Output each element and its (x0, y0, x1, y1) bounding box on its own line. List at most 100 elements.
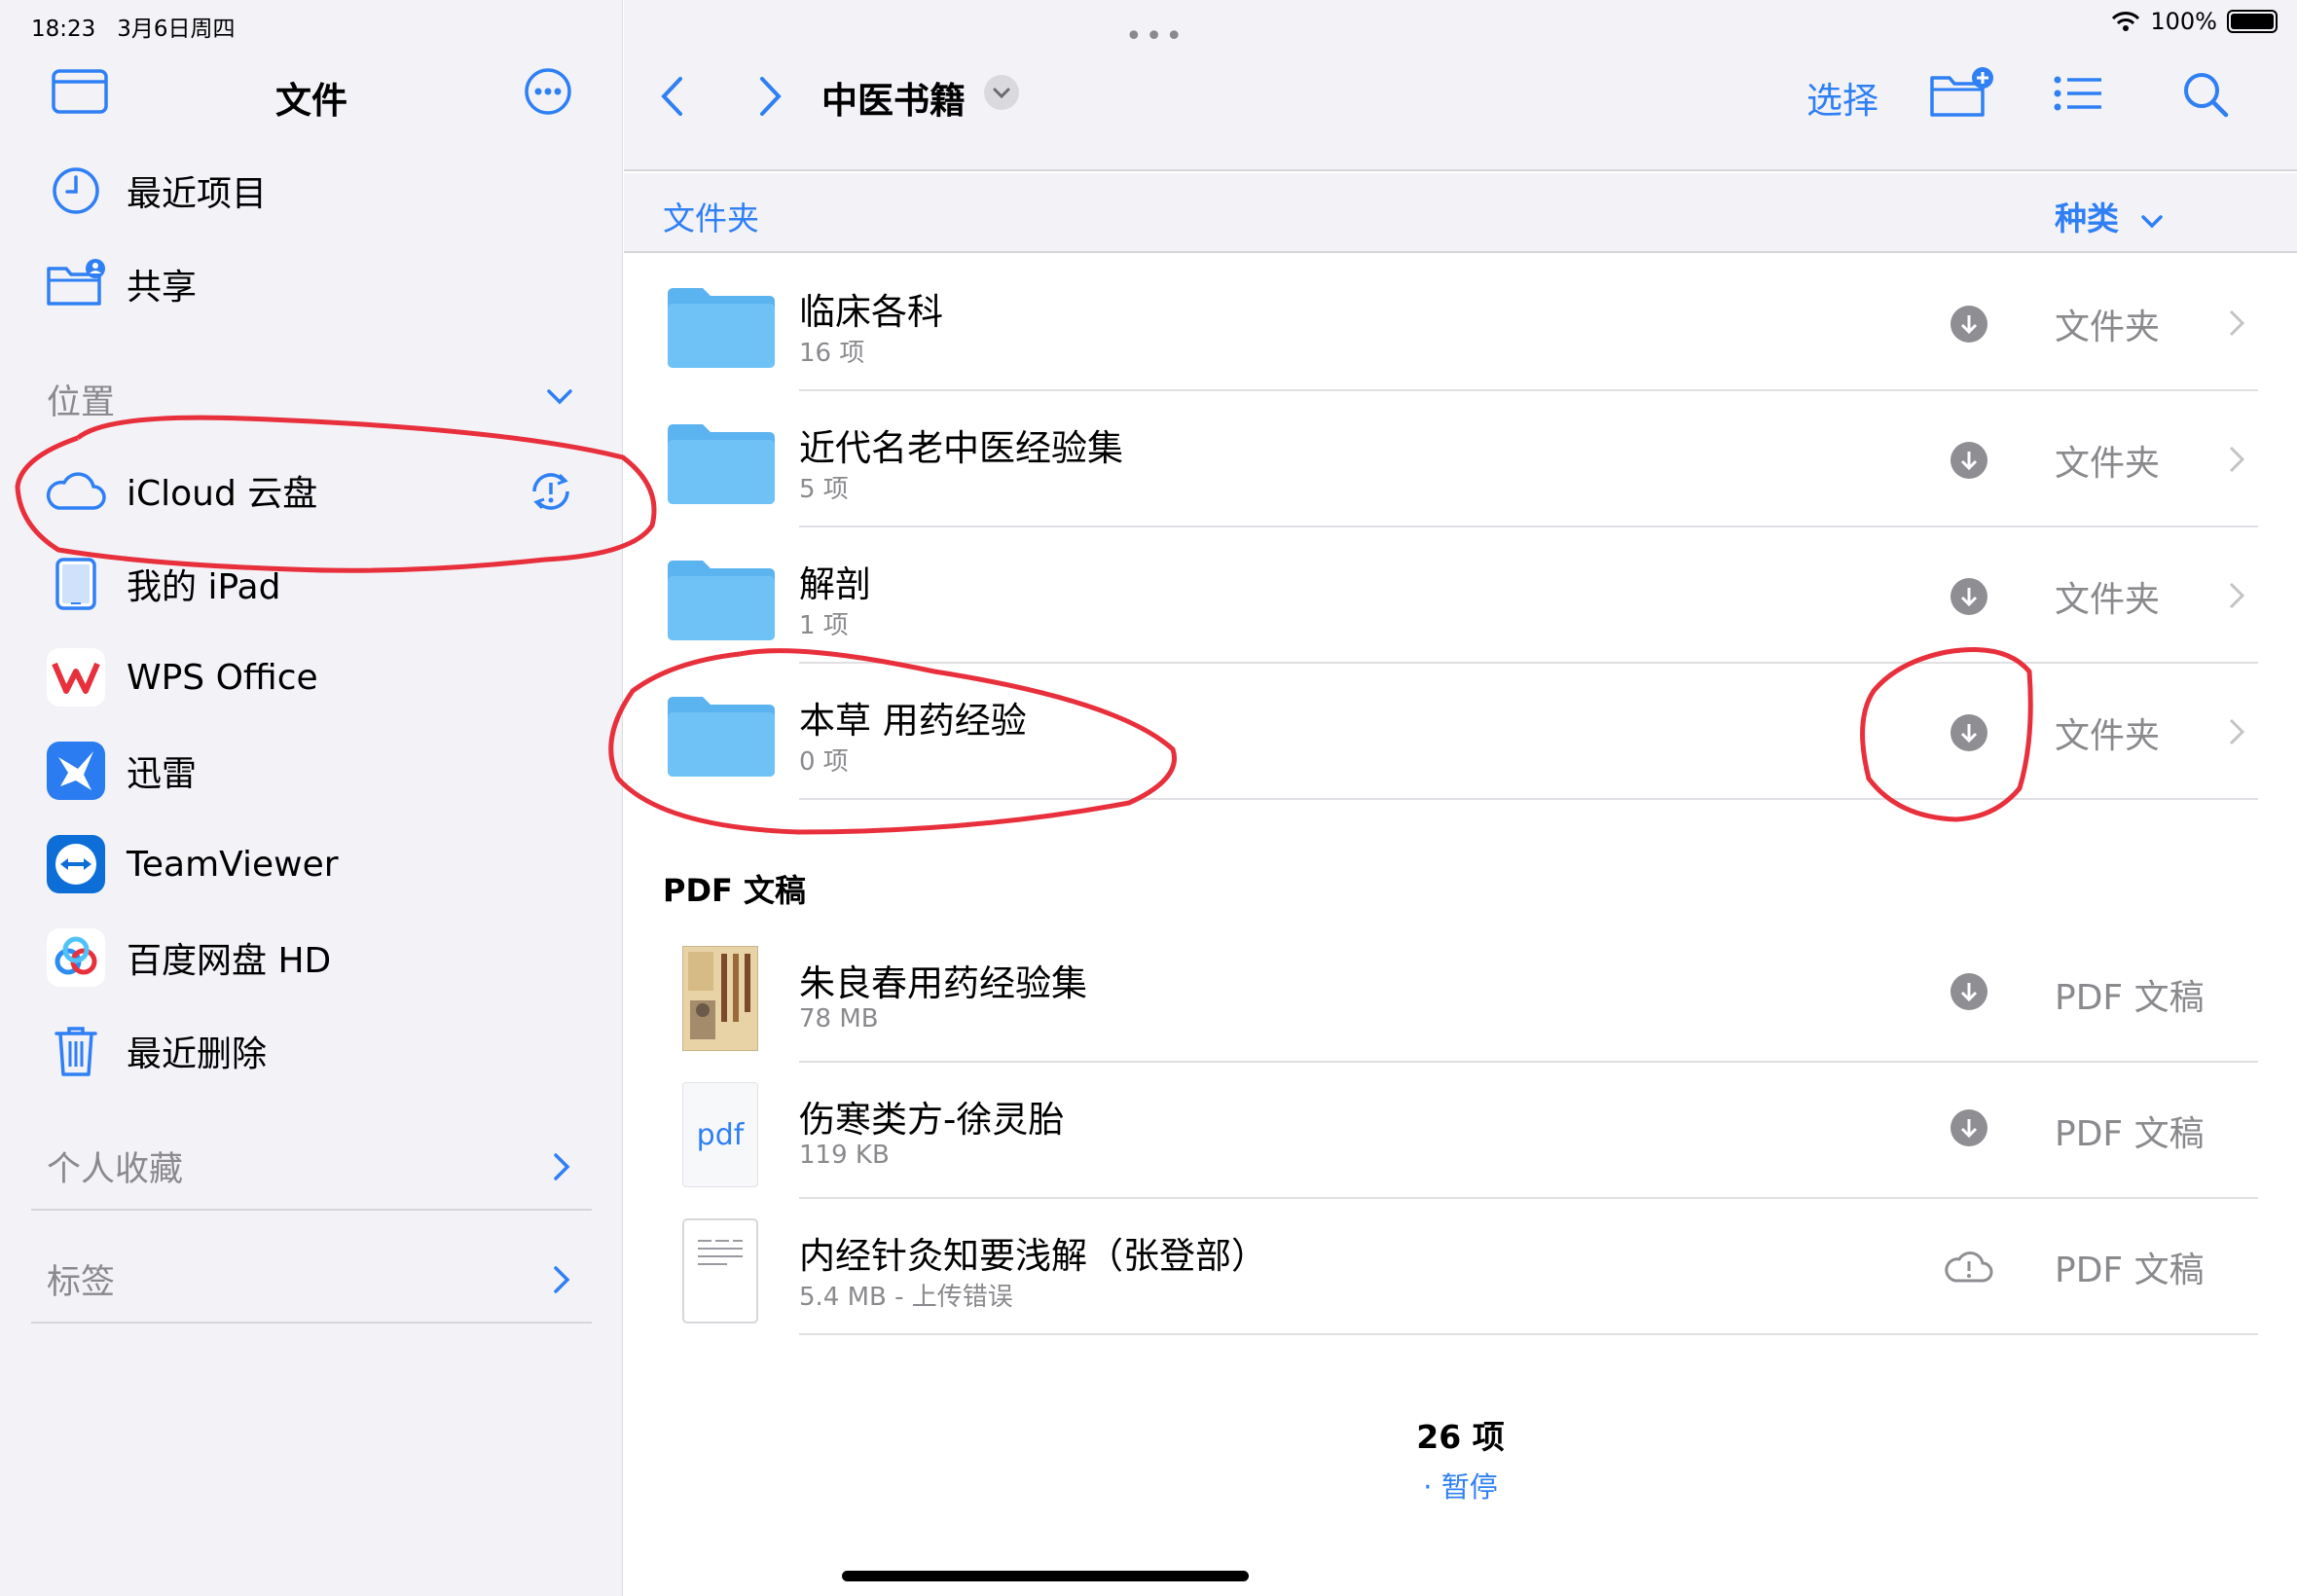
chevron-down-icon (2140, 215, 2163, 229)
folder-row[interactable]: 近代名老中医经验集 5 项 文件夹 (624, 391, 2297, 527)
sidebar-item-baidu[interactable]: 百度网盘 HD (0, 919, 623, 997)
search-icon[interactable] (2181, 70, 2230, 123)
sidebar: 18:23 3月6日周四 文件 最近项目 共享 位置 iCloud 云盘 我的 … (0, 0, 623, 1596)
folder-meta: 5 项 (799, 475, 849, 504)
sidebar-item-label: TeamViewer (127, 844, 339, 885)
pdf-kind: PDF 文稿 (2055, 978, 2205, 1018)
folder-kind: 文件夹 (2055, 308, 2161, 347)
sidebar-item-my-ipad[interactable]: 我的 iPad (0, 545, 623, 623)
pause-button[interactable]: · 暂停 (624, 1465, 2297, 1505)
folder-row[interactable]: 本草 用药经验 0 项 文件夹 (624, 664, 2297, 800)
chevron-right-icon (2229, 582, 2245, 609)
sort-button[interactable]: 种类 (2055, 193, 2164, 239)
folder-name: 解剖 (799, 563, 871, 605)
teamviewer-icon (45, 833, 107, 895)
divider (31, 1322, 592, 1324)
cloud-upload-error-icon[interactable] (1944, 1248, 1994, 1288)
home-indicator[interactable] (842, 1571, 1249, 1581)
folder-name: 近代名老中医经验集 (799, 427, 1123, 469)
pdf-row[interactable]: 朱良春用药经验集 78 MB PDF 文稿 (624, 926, 2297, 1063)
section-bar: 文件夹 种类 (624, 173, 2297, 253)
sidebar-item-teamviewer[interactable]: TeamViewer (0, 825, 623, 903)
sidebar-item-shared[interactable]: 共享 (0, 245, 623, 323)
folder-meta: 16 项 (799, 339, 865, 368)
pdf-file-icon: pdf (682, 1082, 758, 1187)
folder-row[interactable]: 解剖 1 项 文件夹 (624, 527, 2297, 664)
status-time: 18:23 3月6日周四 (31, 17, 236, 42)
forward-icon[interactable] (756, 76, 784, 121)
chevron-right-icon (2229, 309, 2245, 337)
folder-name: 临床各科 (799, 291, 943, 333)
pdf-name: 内经针灸知要浅解（张登部） (799, 1235, 1267, 1277)
pdf-kind: PDF 文稿 (2055, 1251, 2205, 1290)
clock-icon (45, 160, 107, 222)
download-icon[interactable] (1951, 714, 1987, 751)
pdf-meta: 78 MB (799, 1004, 879, 1034)
row-separator (799, 798, 2258, 800)
sync-warning-icon[interactable] (527, 467, 575, 520)
pdf-row[interactable]: 内经针灸知要浅解（张登部） 5.4 MB - 上传错误 PDF 文稿 (624, 1199, 2297, 1335)
download-icon[interactable] (1951, 578, 1987, 615)
folders-section-label: 文件夹 (663, 200, 759, 237)
pdf-row[interactable]: pdf 伤寒类方-徐灵胎 119 KB PDF 文稿 (624, 1063, 2297, 1199)
folder-icon (668, 288, 775, 368)
sidebar-item-icloud[interactable]: iCloud 云盘 (0, 452, 623, 529)
download-icon[interactable] (1951, 442, 1987, 479)
document-thumbnail (682, 1218, 758, 1324)
sidebar-item-label: 最近项目 (127, 174, 268, 214)
status-indicators: 100% (2111, 8, 2278, 35)
multitasking-dots-icon[interactable]: ••• (1125, 19, 1185, 54)
main-pane: ••• 100% 中医书籍 选择 文件夹 种类 临床各科 16 项 文件夹 近代… (624, 0, 2297, 1596)
download-icon[interactable] (1951, 1109, 1987, 1146)
sidebar-item-label: 我的 iPad (127, 567, 281, 607)
sidebar-item-recents[interactable]: 最近项目 (0, 152, 623, 230)
more-options-icon[interactable] (523, 66, 573, 121)
sidebar-item-label: WPS Office (127, 657, 318, 698)
chevron-down-icon[interactable] (546, 387, 572, 411)
navigation-bar: ••• 100% 中医书籍 选择 (624, 0, 2297, 171)
divider (31, 1209, 592, 1211)
sidebar-item-label: 最近删除 (127, 1034, 268, 1074)
wps-icon (45, 646, 107, 708)
locations-header: 位置 (47, 383, 116, 422)
back-icon[interactable] (659, 76, 686, 121)
sidebar-item-label: 共享 (127, 268, 198, 308)
wifi-icon (2112, 12, 2140, 31)
sidebar-item-xunlei[interactable]: 迅雷 (0, 732, 623, 810)
chevron-right-icon[interactable] (552, 1265, 575, 1293)
battery-icon (2227, 10, 2278, 33)
pdf-section-title: PDF 文稿 (663, 872, 807, 909)
folder-kind: 文件夹 (2055, 716, 2161, 756)
folder-icon (668, 424, 775, 504)
battery-percent: 100% (2150, 8, 2217, 35)
chevron-right-icon[interactable] (552, 1152, 575, 1180)
book-cover-thumbnail (682, 946, 758, 1051)
new-folder-icon[interactable] (1928, 66, 1996, 123)
folder-meta: 0 项 (799, 747, 849, 777)
pdf-name: 朱良春用药经验集 (799, 962, 1087, 1004)
select-button[interactable]: 选择 (1806, 71, 1878, 124)
sidebar-item-wps[interactable]: WPS Office (0, 638, 623, 716)
folder-title: 中医书籍 (821, 80, 966, 122)
download-icon[interactable] (1951, 306, 1987, 343)
xunlei-icon (45, 740, 107, 802)
sidebar-item-recently-deleted[interactable]: 最近删除 (0, 1012, 623, 1090)
download-icon[interactable] (1951, 973, 1987, 1010)
tags-header[interactable]: 标签 (47, 1254, 115, 1304)
favorites-header[interactable]: 个人收藏 (47, 1142, 183, 1191)
list-view-icon[interactable] (2053, 74, 2103, 117)
cloud-icon (45, 459, 107, 522)
pdf-meta: 5.4 MB - 上传错误 (799, 1283, 1013, 1312)
trash-icon (45, 1020, 107, 1082)
folder-row[interactable]: 临床各科 16 项 文件夹 (624, 255, 2297, 391)
pdf-kind: PDF 文稿 (2055, 1114, 2205, 1154)
title-menu-chevron-icon[interactable] (984, 75, 1019, 110)
pdf-meta: 119 KB (799, 1141, 890, 1170)
sidebar-item-label: 迅雷 (127, 754, 198, 794)
sidebar-item-label: iCloud 云盘 (127, 474, 318, 514)
folder-name: 本草 用药经验 (799, 700, 1027, 742)
folder-kind: 文件夹 (2055, 444, 2161, 484)
chevron-right-icon (2229, 718, 2245, 745)
chevron-right-icon (2229, 446, 2245, 473)
shared-folder-icon (45, 253, 107, 315)
